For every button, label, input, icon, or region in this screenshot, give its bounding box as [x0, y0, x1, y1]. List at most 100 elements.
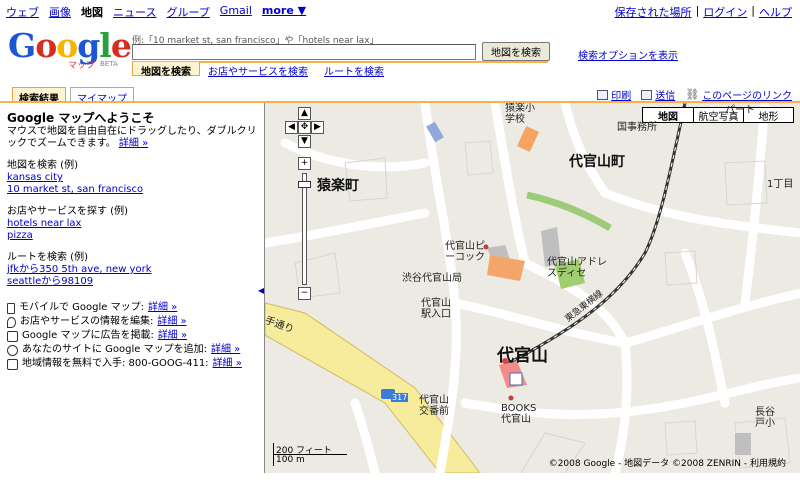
separator: |	[695, 4, 700, 17]
pan-center-icon[interactable]: ✥	[298, 121, 311, 134]
link-to-page-button[interactable]: ⛓ このページのリンク	[685, 87, 792, 102]
panel-tabs: 検索結果 マイマップ	[12, 87, 134, 105]
product-links: ウェブ 画像 地図 ニュース グループ Gmail more ▼	[6, 4, 306, 20]
map-label-area: 猿楽町	[317, 178, 359, 194]
map-label-building: パート	[725, 105, 755, 116]
example-link[interactable]: kansas city	[7, 172, 257, 184]
feature-item: 地域情報を無料で入手: 800-GOOG-411: 詳細 »	[7, 358, 257, 370]
map-label-store: 代官山ピーコック	[445, 241, 485, 263]
feature-item: あなたのサイトに Google マップを追加: 詳細 »	[7, 344, 257, 356]
envelope-icon	[641, 89, 653, 100]
map-label-school: 長谷戸小	[755, 407, 775, 429]
pan-right-icon[interactable]: ▶	[311, 121, 324, 134]
tab-search-results[interactable]: 検索結果	[12, 87, 66, 105]
feature-more-link[interactable]: 詳細 »	[213, 358, 242, 370]
search-maps-button[interactable]: 地図を検索	[482, 42, 550, 61]
example-link[interactable]: pizza	[7, 230, 257, 242]
feature-item: お店やサービスの情報を編集: 詳細 »	[7, 316, 257, 328]
welcome-desc: マウスで地図を自由自在にドラッグしたり、ダブルクリックでズームできます。 詳細 …	[7, 126, 257, 150]
help-link[interactable]: ヘルプ	[759, 4, 792, 20]
map-label-post-office: 渋谷代官山局	[402, 273, 462, 284]
feature-more-link[interactable]: 詳細 »	[211, 344, 240, 356]
search-mode-tabs: 地図を検索 お店やサービスを検索 ルートを検索	[132, 62, 392, 78]
map-label-chome: 1丁目	[767, 179, 794, 190]
example-group-title: 地図を検索 (例)	[7, 160, 78, 171]
welcome-more-link[interactable]: 詳細 »	[119, 138, 148, 149]
send-label: 送信	[655, 91, 676, 102]
map-label-school: 猿楽小学校	[505, 103, 535, 125]
zoom-slider[interactable]	[302, 173, 307, 285]
map-scale: 200 フィート 100 m	[273, 443, 363, 467]
feature-text: お店やサービスの情報を編集:	[20, 316, 154, 327]
map-label-route-number: 317	[391, 393, 409, 402]
example-group: ルートを検索 (例) jfkから350 5th ave, new york se…	[7, 252, 257, 288]
pan-down-icon[interactable]: ▼	[298, 135, 311, 148]
map-tools: 印刷 送信 ⛓ このページのリンク	[597, 87, 792, 102]
example-group-title: お店やサービスを探す (例)	[7, 206, 128, 217]
feature-text: モバイルで Google マップ:	[19, 302, 144, 313]
nav-link-images[interactable]: 画像	[49, 4, 71, 20]
nav-link-web[interactable]: ウェブ	[6, 4, 39, 20]
scale-meters: 100 m	[273, 455, 319, 466]
tab-search-businesses[interactable]: お店やサービスを検索	[200, 62, 316, 78]
separator: |	[751, 4, 755, 17]
feature-more-link[interactable]: 詳細 »	[148, 302, 177, 314]
print-button[interactable]: 印刷	[597, 87, 631, 102]
example-link[interactable]: seattleから98109	[7, 276, 257, 288]
feature-list: モバイルで Google マップ: 詳細 » お店やサービスの情報を編集: 詳細…	[7, 302, 257, 370]
map-label-store: BOOKS代官山	[501, 403, 537, 425]
login-link[interactable]: ログイン	[703, 4, 747, 20]
nav-link-groups[interactable]: グループ	[166, 4, 209, 20]
example-link[interactable]: jfkから350 5th ave, new york	[7, 264, 257, 276]
ad-icon	[7, 330, 18, 342]
zoom-in-button[interactable]: +	[298, 157, 311, 170]
feature-item: モバイルで Google マップ: 詳細 »	[7, 302, 257, 314]
results-panel: Google マップへようこそ マウスで地図を自由自在にドラッグしたり、ダブルク…	[7, 112, 257, 372]
nav-link-gmail[interactable]: Gmail	[220, 4, 252, 20]
nav-link-maps: 地図	[81, 6, 103, 19]
map-label-station-entrance: 代官山駅入口	[421, 298, 451, 320]
tab-get-directions[interactable]: ルートを検索	[316, 62, 392, 78]
account-links: 保存された場所 | ログイン | ヘルプ	[615, 4, 792, 20]
link-label: このページのリンク	[702, 91, 792, 102]
map-label-police-box: 代官山交番前	[419, 395, 449, 417]
nav-link-more[interactable]: more ▼	[262, 4, 306, 20]
feature-text: Google マップに広告を掲載:	[22, 330, 154, 341]
feature-more-link[interactable]: 詳細 »	[157, 316, 186, 328]
feature-item: Google マップに広告を掲載: 詳細 »	[7, 330, 257, 342]
zoom-slider-thumb[interactable]	[298, 181, 311, 188]
welcome-title: Google マップへようこそ	[7, 111, 155, 125]
search-options-link[interactable]: 検索オプションを表示	[578, 47, 678, 62]
pan-up-icon[interactable]: ▲	[298, 107, 311, 120]
tab-search-maps[interactable]: 地図を検索	[132, 62, 200, 78]
example-link[interactable]: hotels near lax	[7, 218, 257, 230]
send-button[interactable]: 送信	[641, 87, 675, 102]
map-label-area: 代官山町	[569, 154, 625, 170]
map-type-switcher: 地図 航空写真 地形	[642, 107, 794, 123]
pan-left-icon[interactable]: ◀	[285, 121, 298, 134]
feature-text: あなたのサイトに Google マップを追加:	[22, 344, 207, 355]
nav-link-news[interactable]: ニュース	[113, 4, 156, 20]
chain-link-icon: ⛓	[685, 88, 700, 101]
map-label-office: 国事務所	[617, 122, 657, 133]
example-group-title: ルートを検索 (例)	[7, 252, 88, 263]
example-group: 地図を検索 (例) kansas city 10 market st, san …	[7, 160, 257, 196]
feature-more-link[interactable]: 詳細 »	[158, 330, 187, 342]
feature-text: 地域情報を無料で入手: 800-GOOG-411:	[22, 358, 209, 369]
google-maps-logo[interactable]: Google マップ BETA	[8, 28, 132, 74]
saved-places-link[interactable]: 保存された場所	[615, 4, 692, 20]
map-label-station-area: 代官山	[497, 346, 548, 366]
top-nav: ウェブ 画像 地図 ニュース グループ Gmail more ▼ 保存された場所…	[0, 0, 800, 22]
tab-my-maps[interactable]: マイマップ	[70, 87, 134, 105]
map-canvas[interactable]: 地図 航空写真 地形 ▲ ◀ ✥ ▶ ▼ + − 猿楽町 代官山町 代官山 猿楽…	[264, 103, 800, 473]
map-copyright[interactable]: ©2008 Google - 地図データ ©2008 ZENRIN - 利用規約	[549, 456, 786, 469]
phone-icon	[7, 358, 18, 370]
zoom-out-button[interactable]: −	[298, 287, 311, 300]
pin-icon	[7, 316, 16, 328]
example-link[interactable]: 10 market st, san francisco	[7, 184, 257, 196]
search-input[interactable]	[132, 44, 476, 60]
example-group: お店やサービスを探す (例) hotels near lax pizza	[7, 206, 257, 242]
map-label-building: 代官山アドレスディセ	[547, 257, 607, 279]
printer-icon	[597, 89, 609, 100]
mobile-icon	[7, 302, 15, 314]
